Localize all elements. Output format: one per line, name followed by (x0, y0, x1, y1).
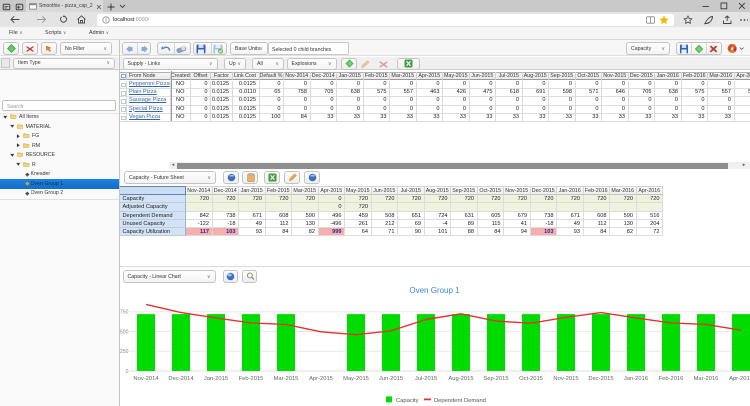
svg-text:May-2015: May-2015 (343, 376, 369, 382)
svg-text:Capacity: Capacity (396, 398, 419, 404)
svg-text:Mar-2016: Mar-2016 (694, 376, 719, 382)
svg-text:Sep-2015: Sep-2015 (483, 376, 508, 382)
svg-text:Nov-2014: Nov-2014 (133, 376, 159, 382)
svg-text:Dependent Demand: Dependent Demand (434, 398, 486, 404)
svg-text:250: 250 (120, 349, 129, 355)
svg-text:0: 0 (126, 369, 129, 375)
svg-text:Dec-2015: Dec-2015 (588, 376, 613, 382)
svg-text:Apr-2015: Apr-2015 (309, 376, 333, 382)
svg-text:Aug-2015: Aug-2015 (448, 376, 473, 382)
svg-text:Apr-2016: Apr-2016 (729, 376, 750, 382)
svg-text:Feb-2016: Feb-2016 (659, 376, 684, 382)
svg-text:Mar-2015: Mar-2015 (274, 376, 299, 382)
svg-text:Jan-2016: Jan-2016 (624, 376, 648, 382)
svg-text:Oct-2015: Oct-2015 (519, 376, 543, 382)
svg-text:Nov-2015: Nov-2015 (553, 376, 578, 382)
svg-text:Dec-2014: Dec-2014 (168, 376, 194, 382)
svg-text:750: 750 (120, 310, 129, 316)
svg-text:Jul-2015: Jul-2015 (415, 376, 437, 382)
svg-text:Jun-2015: Jun-2015 (379, 376, 403, 382)
svg-text:Jan-2015: Jan-2015 (204, 376, 228, 382)
svg-text:500: 500 (120, 329, 129, 335)
svg-text:Feb-2015: Feb-2015 (239, 376, 264, 382)
